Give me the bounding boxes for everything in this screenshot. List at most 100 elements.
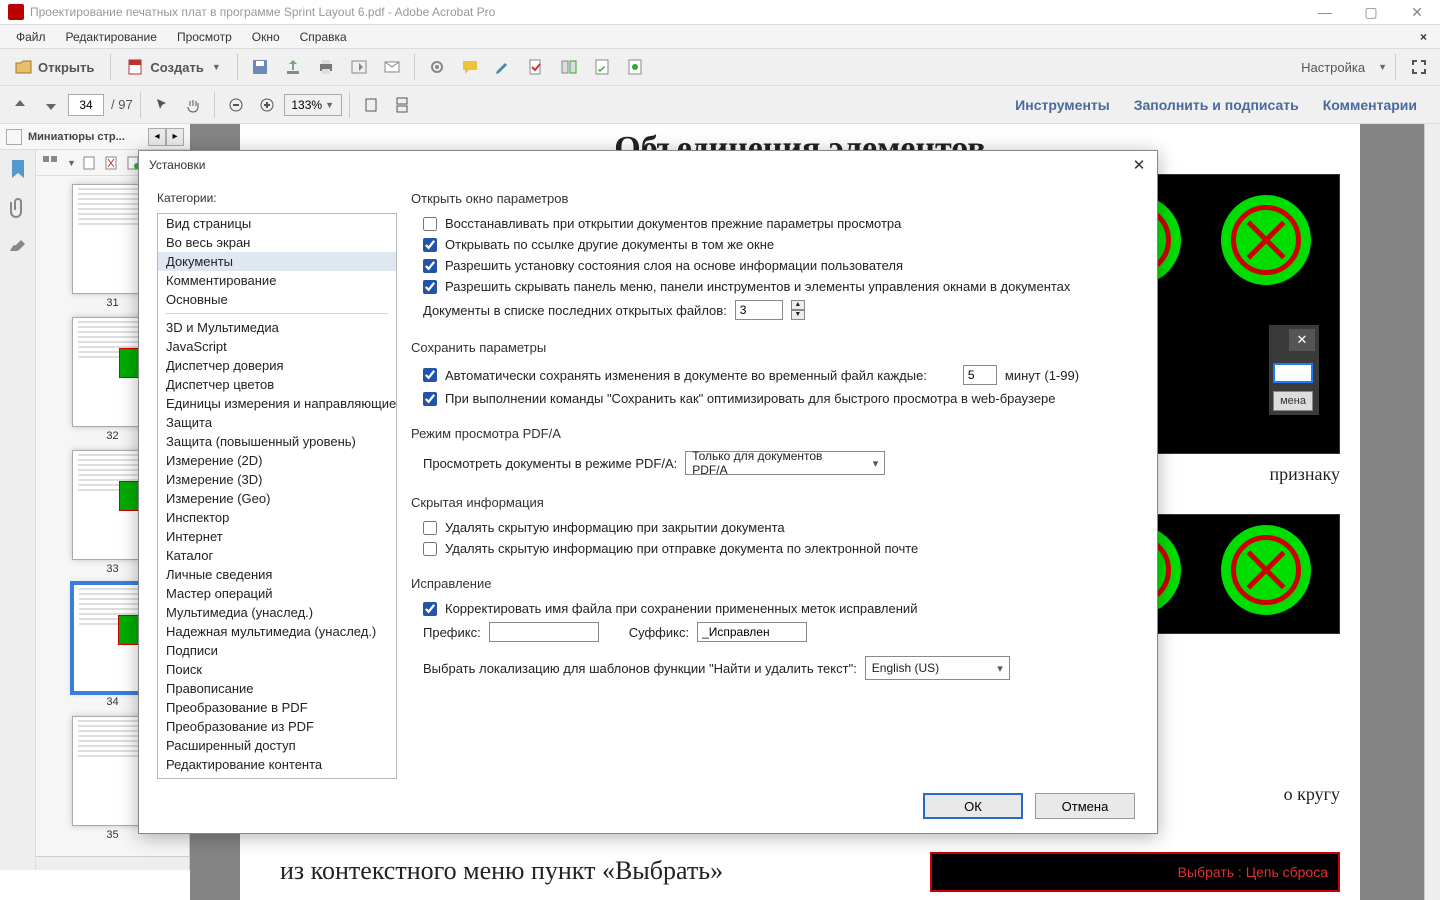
autosave-minutes-input[interactable]	[963, 365, 997, 385]
gear-icon-button[interactable]	[422, 53, 452, 81]
opt-optimize-web[interactable]: При выполнении команды "Сохранить как" о…	[423, 391, 1133, 406]
category-item[interactable]: Измерение (3D)	[158, 470, 396, 489]
close-document-button[interactable]: ×	[1415, 28, 1432, 46]
comment-icon-button[interactable]	[455, 53, 485, 81]
category-item[interactable]: Инспектор	[158, 508, 396, 527]
comments-link[interactable]: Комментарии	[1320, 91, 1420, 119]
category-item[interactable]: Интернет	[158, 527, 396, 546]
popup-button[interactable]: мена	[1273, 391, 1313, 411]
fill-sign-link[interactable]: Заполнить и подписать	[1131, 91, 1302, 119]
thumbs-scrollbar[interactable]	[36, 856, 189, 870]
menu-редактирование[interactable]: Редактирование	[56, 27, 167, 47]
save-icon-button[interactable]	[245, 53, 275, 81]
cancel-button[interactable]: Отмена	[1035, 793, 1135, 819]
document-scrollbar[interactable]	[1424, 124, 1440, 900]
tools-link[interactable]: Инструменты	[1012, 91, 1113, 119]
page-up-button[interactable]	[6, 91, 34, 119]
fit-page-button[interactable]	[357, 91, 385, 119]
menu-окно[interactable]: Окно	[242, 27, 290, 47]
category-item[interactable]: Диспетчер доверия	[158, 356, 396, 375]
pdfa-mode-select[interactable]: Только для документов PDF/A	[685, 451, 885, 475]
category-item[interactable]: Надежная мультимедиа (унаслед.)	[158, 622, 396, 641]
category-item[interactable]: Мультимедиа (унаслед.)	[158, 603, 396, 622]
category-item[interactable]: Мастер операций	[158, 584, 396, 603]
categories-list[interactable]: Вид страницыВо весь экранДокументыКоммен…	[157, 213, 397, 779]
open-button[interactable]: Открыть	[6, 53, 103, 81]
category-item[interactable]: Преобразование из PDF	[158, 717, 396, 736]
category-item[interactable]: Расширенный доступ	[158, 736, 396, 755]
page-down-button[interactable]	[37, 91, 65, 119]
recent-files-input[interactable]	[735, 300, 783, 320]
category-item[interactable]: Документы	[158, 252, 396, 271]
category-item[interactable]: Во весь экран	[158, 233, 396, 252]
action-icon-button[interactable]	[620, 53, 650, 81]
scroll-mode-button[interactable]	[388, 91, 416, 119]
popup-input[interactable]	[1273, 363, 1313, 383]
category-item[interactable]: Вид страницы	[158, 214, 396, 233]
spinner-down[interactable]: ▼	[791, 310, 805, 320]
popup-close-icon[interactable]: ✕	[1289, 329, 1315, 351]
hand-tool-button[interactable]	[179, 91, 207, 119]
opt-hide-menubar[interactable]: Разрешить скрывать панель меню, панели и…	[423, 279, 1133, 294]
category-item[interactable]: Измерение (Geo)	[158, 489, 396, 508]
opt-open-same-window[interactable]: Открывать по ссылке другие документы в т…	[423, 237, 1133, 252]
category-item[interactable]: Защита (повышенный уровень)	[158, 432, 396, 451]
category-item[interactable]: Преобразование в PDF	[158, 698, 396, 717]
thumbs-delete-icon[interactable]	[104, 155, 120, 171]
menu-просмотр[interactable]: Просмотр	[167, 27, 242, 47]
opt-remove-hidden-email[interactable]: Удалять скрытую информацию при отправке …	[423, 541, 1133, 556]
window-close-button[interactable]: ✕	[1394, 0, 1440, 24]
fullscreen-icon-button[interactable]	[1404, 53, 1434, 81]
category-item[interactable]: Измерение (2D)	[158, 451, 396, 470]
create-button[interactable]: Создать ▼	[118, 53, 229, 81]
category-item[interactable]: Защита	[158, 413, 396, 432]
cloud-icon-button[interactable]	[278, 53, 308, 81]
zoom-in-button[interactable]	[253, 91, 281, 119]
signature-panel-icon[interactable]	[7, 234, 29, 256]
form-icon-button[interactable]	[587, 53, 617, 81]
thumbs-prev-button[interactable]: ◂	[148, 128, 166, 146]
category-item[interactable]: Редактирование контента	[158, 755, 396, 774]
window-maximize-button[interactable]: ▢	[1348, 0, 1394, 24]
select-tool-button[interactable]	[148, 91, 176, 119]
ok-button[interactable]: ОК	[923, 793, 1023, 819]
suffix-input[interactable]	[697, 622, 807, 642]
bookmark-icon[interactable]	[7, 158, 29, 180]
locale-select[interactable]: English (US)	[865, 656, 1010, 680]
opt-remove-hidden-close[interactable]: Удалять скрытую информацию при закрытии …	[423, 520, 1133, 535]
window-minimize-button[interactable]: —	[1302, 0, 1348, 24]
category-item[interactable]: 3D и Мультимедиа	[158, 318, 396, 337]
compare-icon-button[interactable]	[554, 53, 584, 81]
checkmark-icon-button[interactable]	[521, 53, 551, 81]
attachment-icon[interactable]	[7, 196, 29, 218]
category-item[interactable]: Личные сведения	[158, 565, 396, 584]
category-item[interactable]: Правописание	[158, 679, 396, 698]
thumbs-grid-icon[interactable]	[42, 155, 58, 171]
opt-layer-state[interactable]: Разрешить установку состояния слоя на ос…	[423, 258, 1133, 273]
opt-autosave-check[interactable]	[423, 368, 437, 382]
category-item[interactable]: Диспетчер цветов	[158, 375, 396, 394]
zoom-value-display[interactable]: 133%▼	[284, 94, 342, 116]
thumbs-next-button[interactable]: ▸	[166, 128, 184, 146]
category-item[interactable]: Рецензирование	[158, 774, 396, 779]
customize-label[interactable]: Настройка	[1295, 60, 1371, 75]
menu-справка[interactable]: Справка	[290, 27, 357, 47]
opt-restore-view[interactable]: Восстанавливать при открытии документов …	[423, 216, 1133, 231]
thumbs-new-icon[interactable]	[82, 155, 98, 171]
prefix-input[interactable]	[489, 622, 599, 642]
category-item[interactable]: Подписи	[158, 641, 396, 660]
spinner-up[interactable]: ▲	[791, 300, 805, 310]
category-item[interactable]: Каталог	[158, 546, 396, 565]
category-item[interactable]: Основные	[158, 290, 396, 309]
menu-файл[interactable]: Файл	[6, 27, 56, 47]
category-item[interactable]: Единицы измерения и направляющие	[158, 394, 396, 413]
share-icon-button[interactable]	[344, 53, 374, 81]
category-item[interactable]: Поиск	[158, 660, 396, 679]
dialog-close-button[interactable]: ✕	[1127, 155, 1151, 175]
page-number-input[interactable]	[68, 94, 104, 116]
zoom-out-button[interactable]	[222, 91, 250, 119]
signature-icon-button[interactable]	[488, 53, 518, 81]
print-icon-button[interactable]	[311, 53, 341, 81]
opt-correct-filename[interactable]: Корректировать имя файла при сохранении …	[423, 601, 1133, 616]
email-icon-button[interactable]	[377, 53, 407, 81]
